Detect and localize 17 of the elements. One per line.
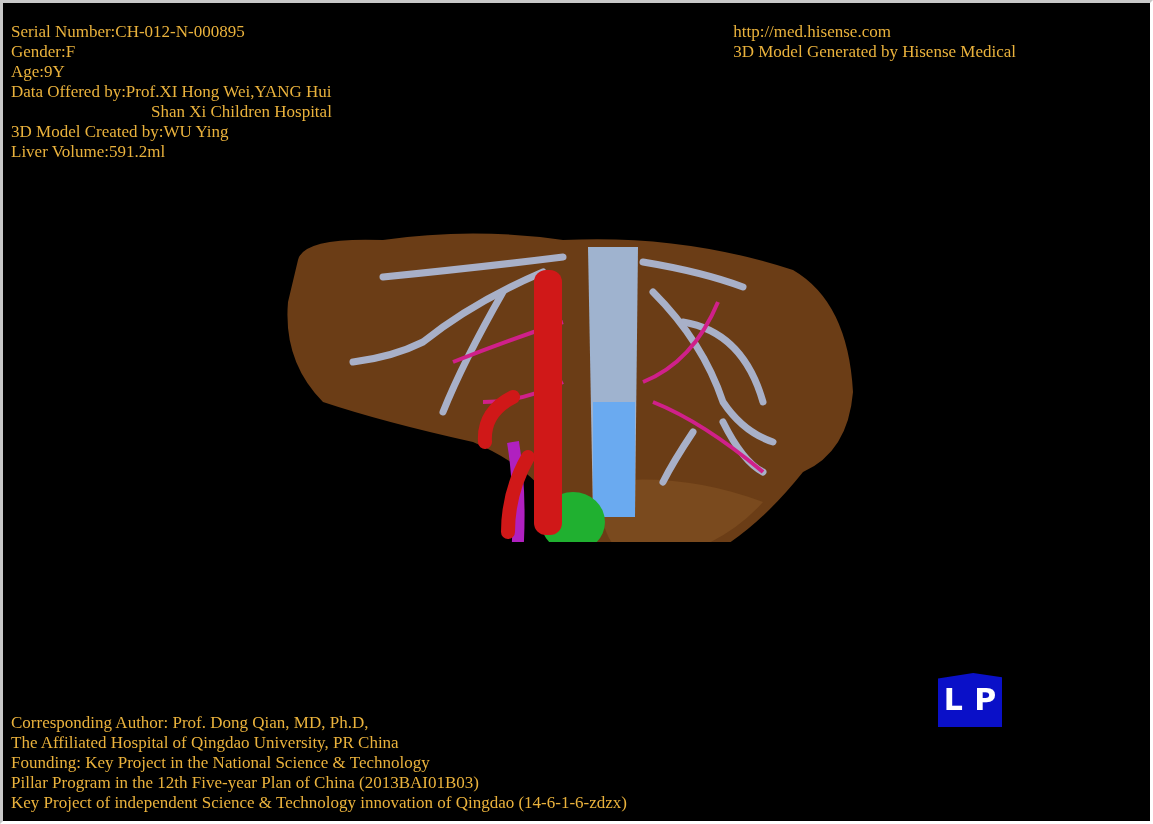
website-link[interactable]: http://med.hisense.com — [733, 22, 1016, 42]
info-text: Gender:F — [11, 42, 77, 62]
info-text: Serial Number:CH-012-N-000895 — [11, 22, 246, 42]
info-text: Data Offered by:Prof.XI Hong Wei,YANG Hui — [11, 82, 332, 102]
info-text: Founding: Key Project in the National Science & Technology — [11, 753, 431, 773]
info-text: Pillar Program in the 12th Five-year Plan of China (2013BAI01B03) — [11, 773, 480, 793]
info-text: Shan Xi Children Hospital — [150, 102, 332, 122]
orientation-cube[interactable]: L P — [938, 673, 1002, 727]
info-text: Corresponding Author: Prof. Dong Qian, MD, Ph.D, — [11, 713, 370, 733]
axis-label: P — [974, 685, 997, 715]
info-text: Age:9Y — [11, 62, 66, 82]
info-text: 3D Model Created by:WU Ying — [11, 122, 230, 142]
info-text: The Affiliated Hospital of Qingdao University, PR China — [11, 733, 400, 753]
info-text: Key Project of independent Science & Technology innovation of Qingdao (14-6-1-6-zdzx) — [11, 793, 627, 813]
info-text: Liver Volume:591.2ml — [11, 142, 167, 162]
axis-label: L — [943, 685, 963, 715]
info-text: 3D Model Generated by Hisense Medical — [733, 42, 1016, 62]
